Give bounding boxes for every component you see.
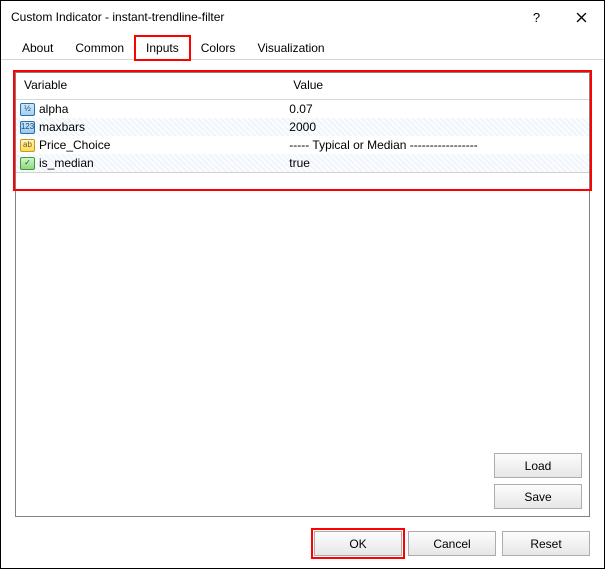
titlebar: Custom Indicator - instant-trendline-fil… bbox=[1, 1, 604, 33]
table-row[interactable]: ½ alpha 0.07 bbox=[16, 100, 589, 119]
cancel-button[interactable]: Cancel bbox=[408, 531, 496, 556]
variable-name: alpha bbox=[39, 102, 68, 116]
tab-inputs[interactable]: Inputs bbox=[135, 36, 190, 60]
variable-name: maxbars bbox=[39, 120, 85, 134]
column-header-variable[interactable]: Variable bbox=[16, 73, 285, 100]
load-button[interactable]: Load bbox=[494, 453, 582, 478]
inputs-grid: Variable Value ½ alpha 0.07 123 bbox=[15, 72, 590, 517]
dialog-window: Custom Indicator - instant-trendline-fil… bbox=[0, 0, 605, 569]
table-row[interactable]: ab Price_Choice ----- Typical or Median … bbox=[16, 136, 589, 154]
column-header-value[interactable]: Value bbox=[285, 73, 589, 100]
ok-button[interactable]: OK bbox=[314, 531, 402, 556]
titlebar-buttons bbox=[514, 2, 604, 32]
help-icon[interactable] bbox=[514, 2, 559, 32]
double-type-icon: ½ bbox=[20, 103, 35, 116]
variable-value[interactable]: ----- Typical or Median ----------------… bbox=[285, 136, 589, 154]
variable-name: Price_Choice bbox=[39, 138, 110, 152]
window-title: Custom Indicator - instant-trendline-fil… bbox=[11, 10, 514, 24]
tab-colors[interactable]: Colors bbox=[190, 36, 247, 60]
string-type-icon: ab bbox=[20, 139, 35, 152]
tab-common[interactable]: Common bbox=[64, 36, 135, 60]
variable-value[interactable]: true bbox=[285, 154, 589, 173]
variable-name: is_median bbox=[39, 156, 94, 170]
save-button[interactable]: Save bbox=[494, 484, 582, 509]
int-type-icon: 123 bbox=[20, 121, 35, 134]
variable-value[interactable]: 0.07 bbox=[285, 100, 589, 119]
tab-content: Variable Value ½ alpha 0.07 123 bbox=[1, 60, 604, 523]
tab-about[interactable]: About bbox=[11, 36, 64, 60]
tab-visualization[interactable]: Visualization bbox=[246, 36, 335, 60]
bool-type-icon: ✓ bbox=[20, 157, 35, 170]
close-icon[interactable] bbox=[559, 2, 604, 32]
reset-button[interactable]: Reset bbox=[502, 531, 590, 556]
dialog-button-bar: OK Cancel Reset bbox=[1, 523, 604, 568]
variable-value[interactable]: 2000 bbox=[285, 118, 589, 136]
tab-strip: About Common Inputs Colors Visualization bbox=[1, 33, 604, 60]
table-row[interactable]: 123 maxbars 2000 bbox=[16, 118, 589, 136]
table-row[interactable]: ✓ is_median true bbox=[16, 154, 589, 173]
side-button-group: Load Save bbox=[494, 453, 582, 509]
